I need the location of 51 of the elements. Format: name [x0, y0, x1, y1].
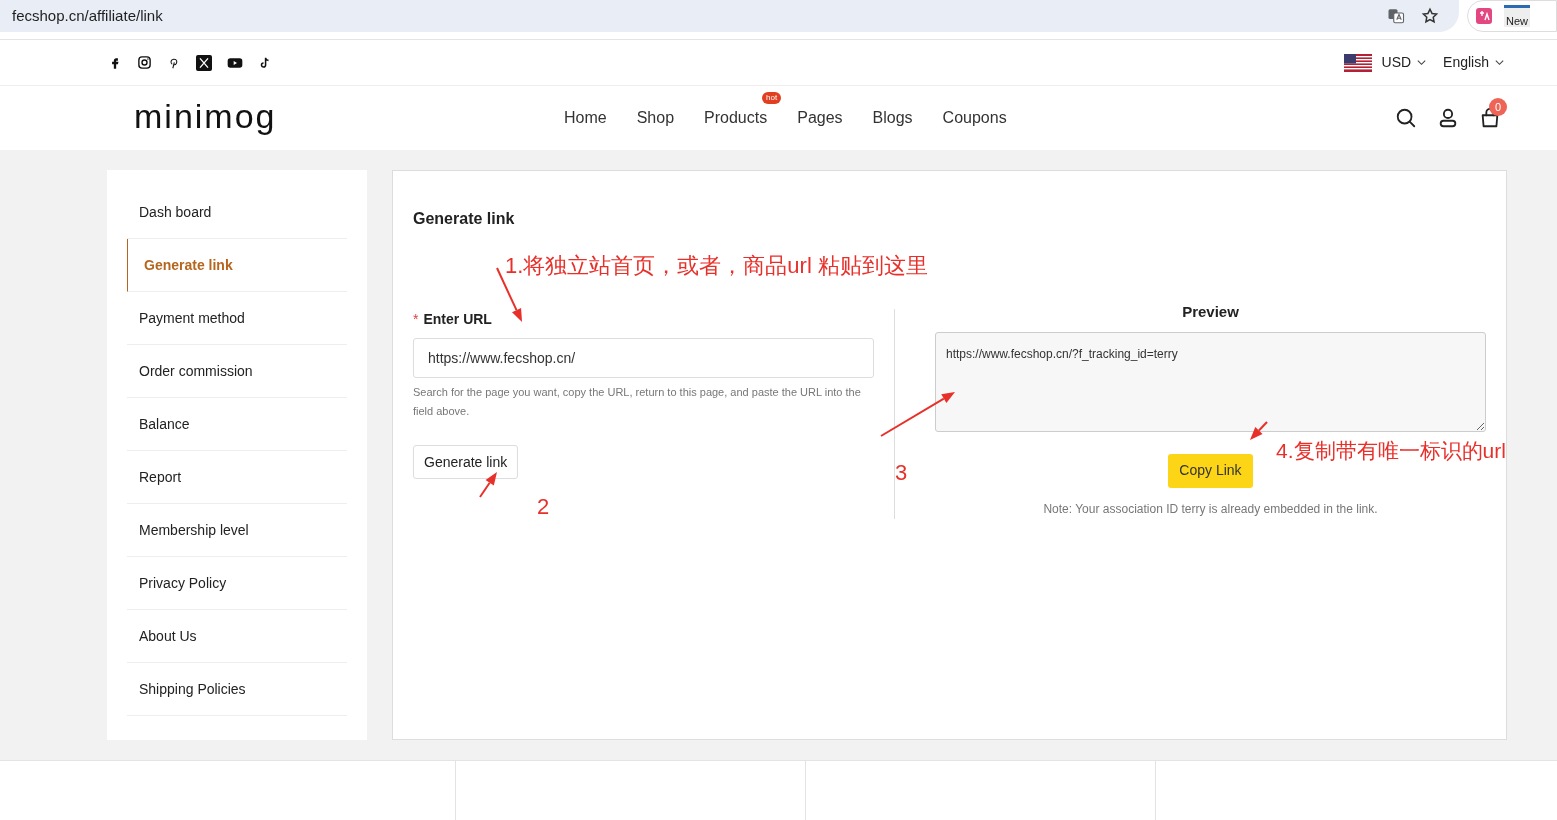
sidebar-item[interactable]: Balance: [127, 398, 347, 451]
sidebar-item[interactable]: Payment method: [127, 292, 347, 345]
url-text: fecshop.cn/affiliate/link: [12, 5, 164, 26]
nav-link[interactable]: Products: [704, 106, 768, 130]
copy-link-button[interactable]: Copy Link: [1168, 453, 1253, 488]
sidebar-item[interactable]: Order commission: [127, 345, 347, 398]
x-icon[interactable]: [196, 54, 212, 71]
sidebar-item[interactable]: About Us: [127, 610, 347, 663]
nav-link[interactable]: Pages: [797, 106, 843, 130]
hot-badge: hot: [762, 92, 782, 104]
flag-icon: [1343, 53, 1372, 72]
sidebar-item[interactable]: Privacy Policy: [127, 557, 347, 610]
logo[interactable]: minimog: [134, 99, 564, 133]
url-input[interactable]: https://www.fecshop.cn/: [413, 338, 874, 378]
instagram-icon[interactable]: [137, 55, 152, 70]
panel-title: Generate link: [413, 209, 516, 229]
sidebar-item[interactable]: Generate link: [127, 239, 347, 292]
help-text: Search for the page you want, copy the URL, return to this page, and paste the URL into the field above.: [413, 385, 862, 419]
star-icon[interactable]: [1421, 7, 1439, 25]
nav-link[interactable]: Coupons: [942, 106, 1007, 130]
user-icon[interactable]: [1437, 107, 1459, 129]
note-text: Note: Your association ID terry is already embedded in the link.: [1043, 500, 1378, 518]
currency-selector[interactable]: USD: [1381, 52, 1428, 73]
annotation-text: 3: [895, 459, 908, 487]
translate-extension-icon[interactable]: [1476, 8, 1492, 24]
nav-link[interactable]: Home: [564, 106, 607, 130]
search-icon[interactable]: [1395, 107, 1417, 129]
chevron-down-icon: [1494, 57, 1505, 68]
sidebar-item[interactable]: Dash board: [127, 186, 347, 239]
preview-textarea[interactable]: https://www.fecshop.cn/?f_tracking_id=terry: [935, 331, 1486, 432]
chevron-down-icon: [1416, 57, 1428, 68]
sidebar-item[interactable]: Report: [127, 451, 347, 504]
preview-title: Preview: [1182, 302, 1239, 322]
translate-icon[interactable]: [1387, 7, 1405, 25]
nav-link[interactable]: Blogs: [872, 106, 913, 130]
extension-badge[interactable]: New: [1504, 5, 1530, 27]
sidebar-item[interactable]: Shipping Policies: [127, 663, 347, 716]
sidebar-item[interactable]: Membership level: [127, 504, 347, 557]
generate-link-button[interactable]: Generate link: [413, 445, 519, 479]
annotation-arrow: [1250, 421, 1268, 440]
field-label: Enter URL: [423, 310, 492, 329]
nav-link[interactable]: Shop: [636, 106, 675, 130]
youtube-icon[interactable]: [227, 55, 243, 70]
annotation-arrow: [479, 472, 497, 498]
annotation-text: 2: [537, 493, 550, 521]
annotation-text: 1.将独立站首页，或者，商品url 粘贴到这里: [505, 252, 928, 280]
cart-count-badge: 0: [1489, 98, 1507, 116]
language-selector[interactable]: English: [1443, 52, 1505, 73]
address-bar[interactable]: fecshop.cn/affiliate/link: [0, 0, 1459, 32]
annotation-text: 4.复制带有唯一标识的url: [1276, 438, 1506, 464]
required-mark: *: [413, 310, 419, 329]
